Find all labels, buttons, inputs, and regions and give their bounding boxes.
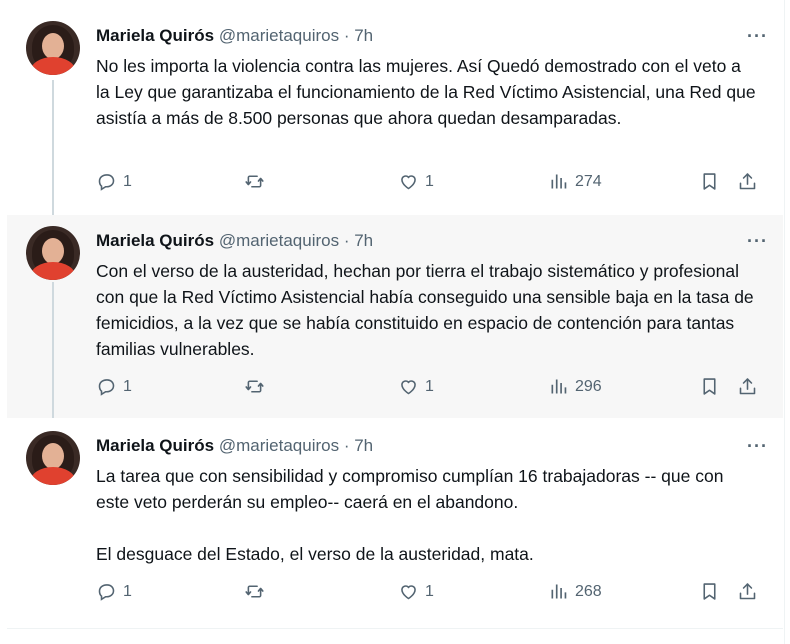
- views-count: 274: [575, 172, 602, 190]
- like-button[interactable]: 1: [398, 581, 434, 602]
- heart-icon: [398, 171, 419, 192]
- reply-icon: [96, 581, 117, 602]
- bookmark-icon: [699, 171, 720, 192]
- views-icon: [548, 171, 569, 192]
- share-icon: [737, 171, 758, 192]
- author-handle[interactable]: @marietaquiros: [219, 231, 339, 250]
- tweet-text: Con el verso de la austeridad, hechan po…: [96, 258, 756, 362]
- tweet-paragraph: El desguace del Estado, el verso de la a…: [96, 544, 534, 564]
- more-icon[interactable]: ···: [747, 26, 768, 47]
- tweet-actions: 1 1 296: [96, 376, 766, 406]
- bookmark-icon: [699, 581, 720, 602]
- reply-count: 1: [123, 582, 132, 600]
- views-icon: [548, 581, 569, 602]
- tweet-paragraph: No les importa la violencia contra las m…: [96, 56, 756, 128]
- tweet-paragraph: La tarea que con sensibilidad y compromi…: [96, 466, 724, 512]
- repost-icon: [244, 171, 265, 192]
- repost-button[interactable]: [244, 581, 265, 602]
- thread-line: [52, 282, 54, 432]
- repost-icon: [244, 376, 265, 397]
- like-count: 1: [425, 172, 434, 190]
- views-button[interactable]: 274: [548, 171, 602, 192]
- views-icon: [548, 376, 569, 397]
- reply-count: 1: [123, 377, 132, 395]
- tweet-actions: 1 1 268: [96, 581, 766, 611]
- repost-button[interactable]: [244, 171, 265, 192]
- reply-icon: [96, 376, 117, 397]
- share-button[interactable]: [737, 376, 758, 397]
- like-button[interactable]: 1: [398, 171, 434, 192]
- like-count: 1: [425, 377, 434, 395]
- repost-button[interactable]: [244, 376, 265, 397]
- share-icon: [737, 581, 758, 602]
- tweet-header: Mariela Quirós @marietaquiros · 7h: [96, 26, 373, 46]
- heart-icon: [398, 376, 419, 397]
- tweet-text: No les importa la violencia contra las m…: [96, 53, 756, 131]
- tweet-header: Mariela Quirós @marietaquiros · 7h: [96, 231, 373, 251]
- bookmark-button[interactable]: [699, 171, 720, 192]
- tweet-time[interactable]: · 7h: [344, 436, 373, 455]
- author-name[interactable]: Mariela Quirós: [96, 436, 214, 455]
- reply-count: 1: [123, 172, 132, 190]
- like-count: 1: [425, 582, 434, 600]
- bookmark-icon: [699, 376, 720, 397]
- reply-button[interactable]: 1: [96, 171, 132, 192]
- more-icon[interactable]: ···: [747, 231, 768, 252]
- author-handle[interactable]: @marietaquiros: [219, 436, 339, 455]
- author-name[interactable]: Mariela Quirós: [96, 26, 214, 45]
- reply-button[interactable]: 1: [96, 581, 132, 602]
- reply-button[interactable]: 1: [96, 376, 132, 397]
- avatar[interactable]: [26, 21, 80, 75]
- bookmark-button[interactable]: [699, 581, 720, 602]
- author-handle[interactable]: @marietaquiros: [219, 26, 339, 45]
- tweet-time[interactable]: · 7h: [344, 26, 373, 45]
- views-count: 268: [575, 582, 602, 600]
- more-icon[interactable]: ···: [747, 436, 768, 457]
- bookmark-button[interactable]: [699, 376, 720, 397]
- reply-icon: [96, 171, 117, 192]
- tweet-paragraph: Con el verso de la austeridad, hechan po…: [96, 261, 754, 359]
- author-name[interactable]: Mariela Quirós: [96, 231, 214, 250]
- views-button[interactable]: 296: [548, 376, 602, 397]
- repost-icon: [244, 581, 265, 602]
- views-button[interactable]: 268: [548, 581, 602, 602]
- avatar[interactable]: [26, 226, 80, 280]
- share-button[interactable]: [737, 581, 758, 602]
- share-icon: [737, 376, 758, 397]
- heart-icon: [398, 581, 419, 602]
- tweet-actions: 1 1 274: [96, 171, 766, 201]
- next-tweet: [7, 629, 783, 644]
- avatar[interactable]: [26, 431, 80, 485]
- views-count: 296: [575, 377, 602, 395]
- tweet-time[interactable]: · 7h: [344, 231, 373, 250]
- tweet-header: Mariela Quirós @marietaquiros · 7h: [96, 436, 373, 456]
- like-button[interactable]: 1: [398, 376, 434, 397]
- tweet-text: La tarea que con sensibilidad y compromi…: [96, 463, 756, 567]
- share-button[interactable]: [737, 171, 758, 192]
